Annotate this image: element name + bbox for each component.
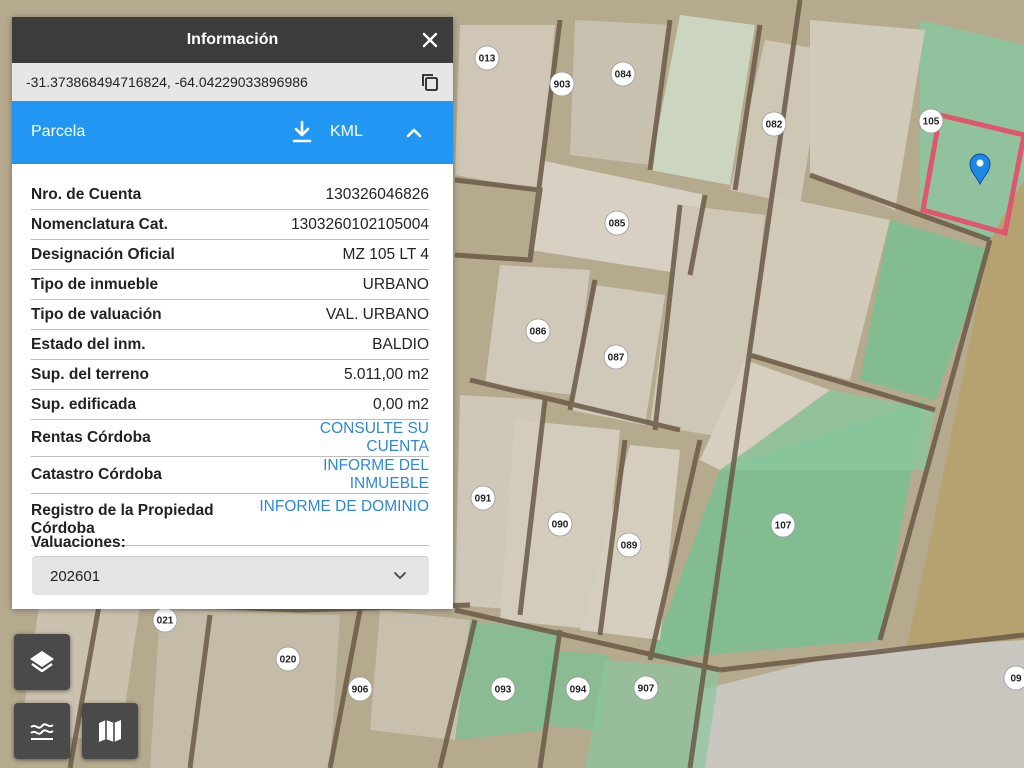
info-row: Estado del inm. BALDIO	[31, 329, 429, 360]
svg-text:906: 906	[352, 685, 369, 696]
svg-text:093: 093	[495, 685, 512, 696]
info-value: URBANO	[256, 269, 429, 300]
layers-icon	[30, 651, 54, 673]
close-icon[interactable]	[419, 29, 441, 51]
layers-button[interactable]	[14, 634, 70, 690]
info-row: Tipo de valuación VAL. URBANO	[31, 299, 429, 330]
info-panel: Información -31.373868494716824, -64.042…	[12, 17, 453, 609]
download-icon[interactable]	[291, 120, 313, 144]
info-key: Sup. del terreno	[31, 359, 256, 390]
svg-text:082: 082	[766, 120, 783, 131]
svg-text:020: 020	[280, 655, 297, 666]
contour-icon	[30, 723, 54, 740]
info-row: Nro. de Cuenta 130326046826	[31, 180, 429, 210]
info-row: Tipo de inmueble URBANO	[31, 269, 429, 300]
panel-title: Información	[186, 31, 279, 48]
info-key: Designación Oficial	[31, 239, 256, 270]
svg-text:107: 107	[775, 521, 792, 532]
lot-label: 087	[603, 344, 629, 370]
info-link[interactable]: CONSULTE SU CUENTA	[256, 419, 429, 457]
info-row: Nomenclatura Cat. 1303260102105004	[31, 209, 429, 240]
lot-label: 089	[616, 532, 642, 558]
chevron-down-icon	[394, 572, 406, 580]
info-row: Sup. del terreno 5.011,00 m2	[31, 359, 429, 390]
info-value: 5.011,00 m2	[256, 359, 429, 390]
info-value: BALDIO	[256, 329, 429, 360]
lot-label: 093	[490, 676, 516, 702]
info-key: Nomenclatura Cat.	[31, 209, 256, 240]
svg-text:105: 105	[923, 117, 940, 128]
lot-label: 086	[525, 318, 551, 344]
info-key: Rentas Córdoba	[31, 419, 256, 457]
info-row: Rentas Córdoba CONSULTE SU CUENTA	[31, 419, 429, 457]
lot-label: 091	[470, 485, 496, 511]
lot-label: 107	[770, 512, 796, 538]
valuaciones-selected-value: 202601	[50, 568, 101, 585]
svg-text:013: 013	[479, 54, 496, 65]
parcela-label: Parcela	[31, 123, 86, 140]
lot-label: 094	[565, 676, 591, 702]
svg-text:090: 090	[552, 520, 569, 531]
info-link[interactable]: INFORME DE DOMINIO	[256, 493, 429, 546]
contour-button[interactable]	[14, 703, 70, 759]
valuaciones-select[interactable]: 202601	[32, 556, 429, 595]
valuaciones-label: Valuaciones:	[31, 534, 126, 551]
info-key: Nro. de Cuenta	[31, 180, 256, 210]
svg-text:084: 084	[615, 70, 632, 81]
info-key: Tipo de valuación	[31, 299, 256, 330]
lot-label: 082	[761, 111, 787, 137]
svg-text:903: 903	[554, 80, 571, 91]
svg-text:087: 087	[608, 353, 625, 364]
lot-label: 907	[633, 675, 659, 701]
map-type-button[interactable]	[82, 703, 138, 759]
kml-button[interactable]: KML	[330, 123, 363, 141]
info-value: 0,00 m2	[256, 389, 429, 420]
coordinates-text: -31.373868494716824, -64.04229033896986	[26, 74, 308, 90]
svg-text:085: 085	[609, 219, 626, 230]
info-key: Catastro Córdoba	[31, 456, 256, 494]
copy-icon[interactable]	[420, 72, 440, 92]
info-row: Catastro Córdoba INFORME DEL INMUEBLE	[31, 456, 429, 494]
svg-text:021: 021	[157, 616, 174, 627]
svg-text:091: 091	[475, 494, 492, 505]
info-value: VAL. URBANO	[256, 299, 429, 330]
parcel-info-table: Nro. de Cuenta 130326046826 Nomenclatura C…	[31, 180, 429, 546]
svg-text:907: 907	[638, 684, 655, 695]
coordinates-bar: -31.373868494716824, -64.04229033896986	[12, 63, 453, 101]
chevron-up-icon[interactable]	[404, 123, 424, 143]
svg-text:094: 094	[570, 685, 587, 696]
info-row: Sup. edificada 0,00 m2	[31, 389, 429, 420]
info-key: Tipo de inmueble	[31, 269, 256, 300]
lot-label: 09	[1003, 665, 1024, 691]
lot-label: 013	[474, 45, 500, 71]
lot-label: 906	[347, 676, 373, 702]
lot-label: 020	[275, 646, 301, 672]
lot-label: 021	[152, 607, 178, 633]
map-icon	[99, 720, 121, 742]
lot-label: 090	[547, 511, 573, 537]
lot-label: 084	[610, 61, 636, 87]
parcela-section-header[interactable]: Parcela KML	[12, 101, 453, 164]
svg-text:086: 086	[530, 327, 547, 338]
info-value: 130326046826	[256, 180, 429, 210]
info-key: Sup. edificada	[31, 389, 256, 420]
svg-text:089: 089	[621, 541, 638, 552]
lot-label: 903	[549, 71, 575, 97]
info-key: Estado del inm.	[31, 329, 256, 360]
lot-label: 105	[918, 108, 944, 134]
svg-text:09: 09	[1010, 674, 1022, 685]
info-link[interactable]: INFORME DEL INMUEBLE	[256, 456, 429, 494]
panel-header: Información	[12, 17, 453, 63]
info-row: Designación Oficial MZ 105 LT 4	[31, 239, 429, 270]
lot-label: 085	[604, 210, 630, 236]
info-value: 1303260102105004	[256, 209, 429, 240]
info-value: MZ 105 LT 4	[256, 239, 429, 270]
